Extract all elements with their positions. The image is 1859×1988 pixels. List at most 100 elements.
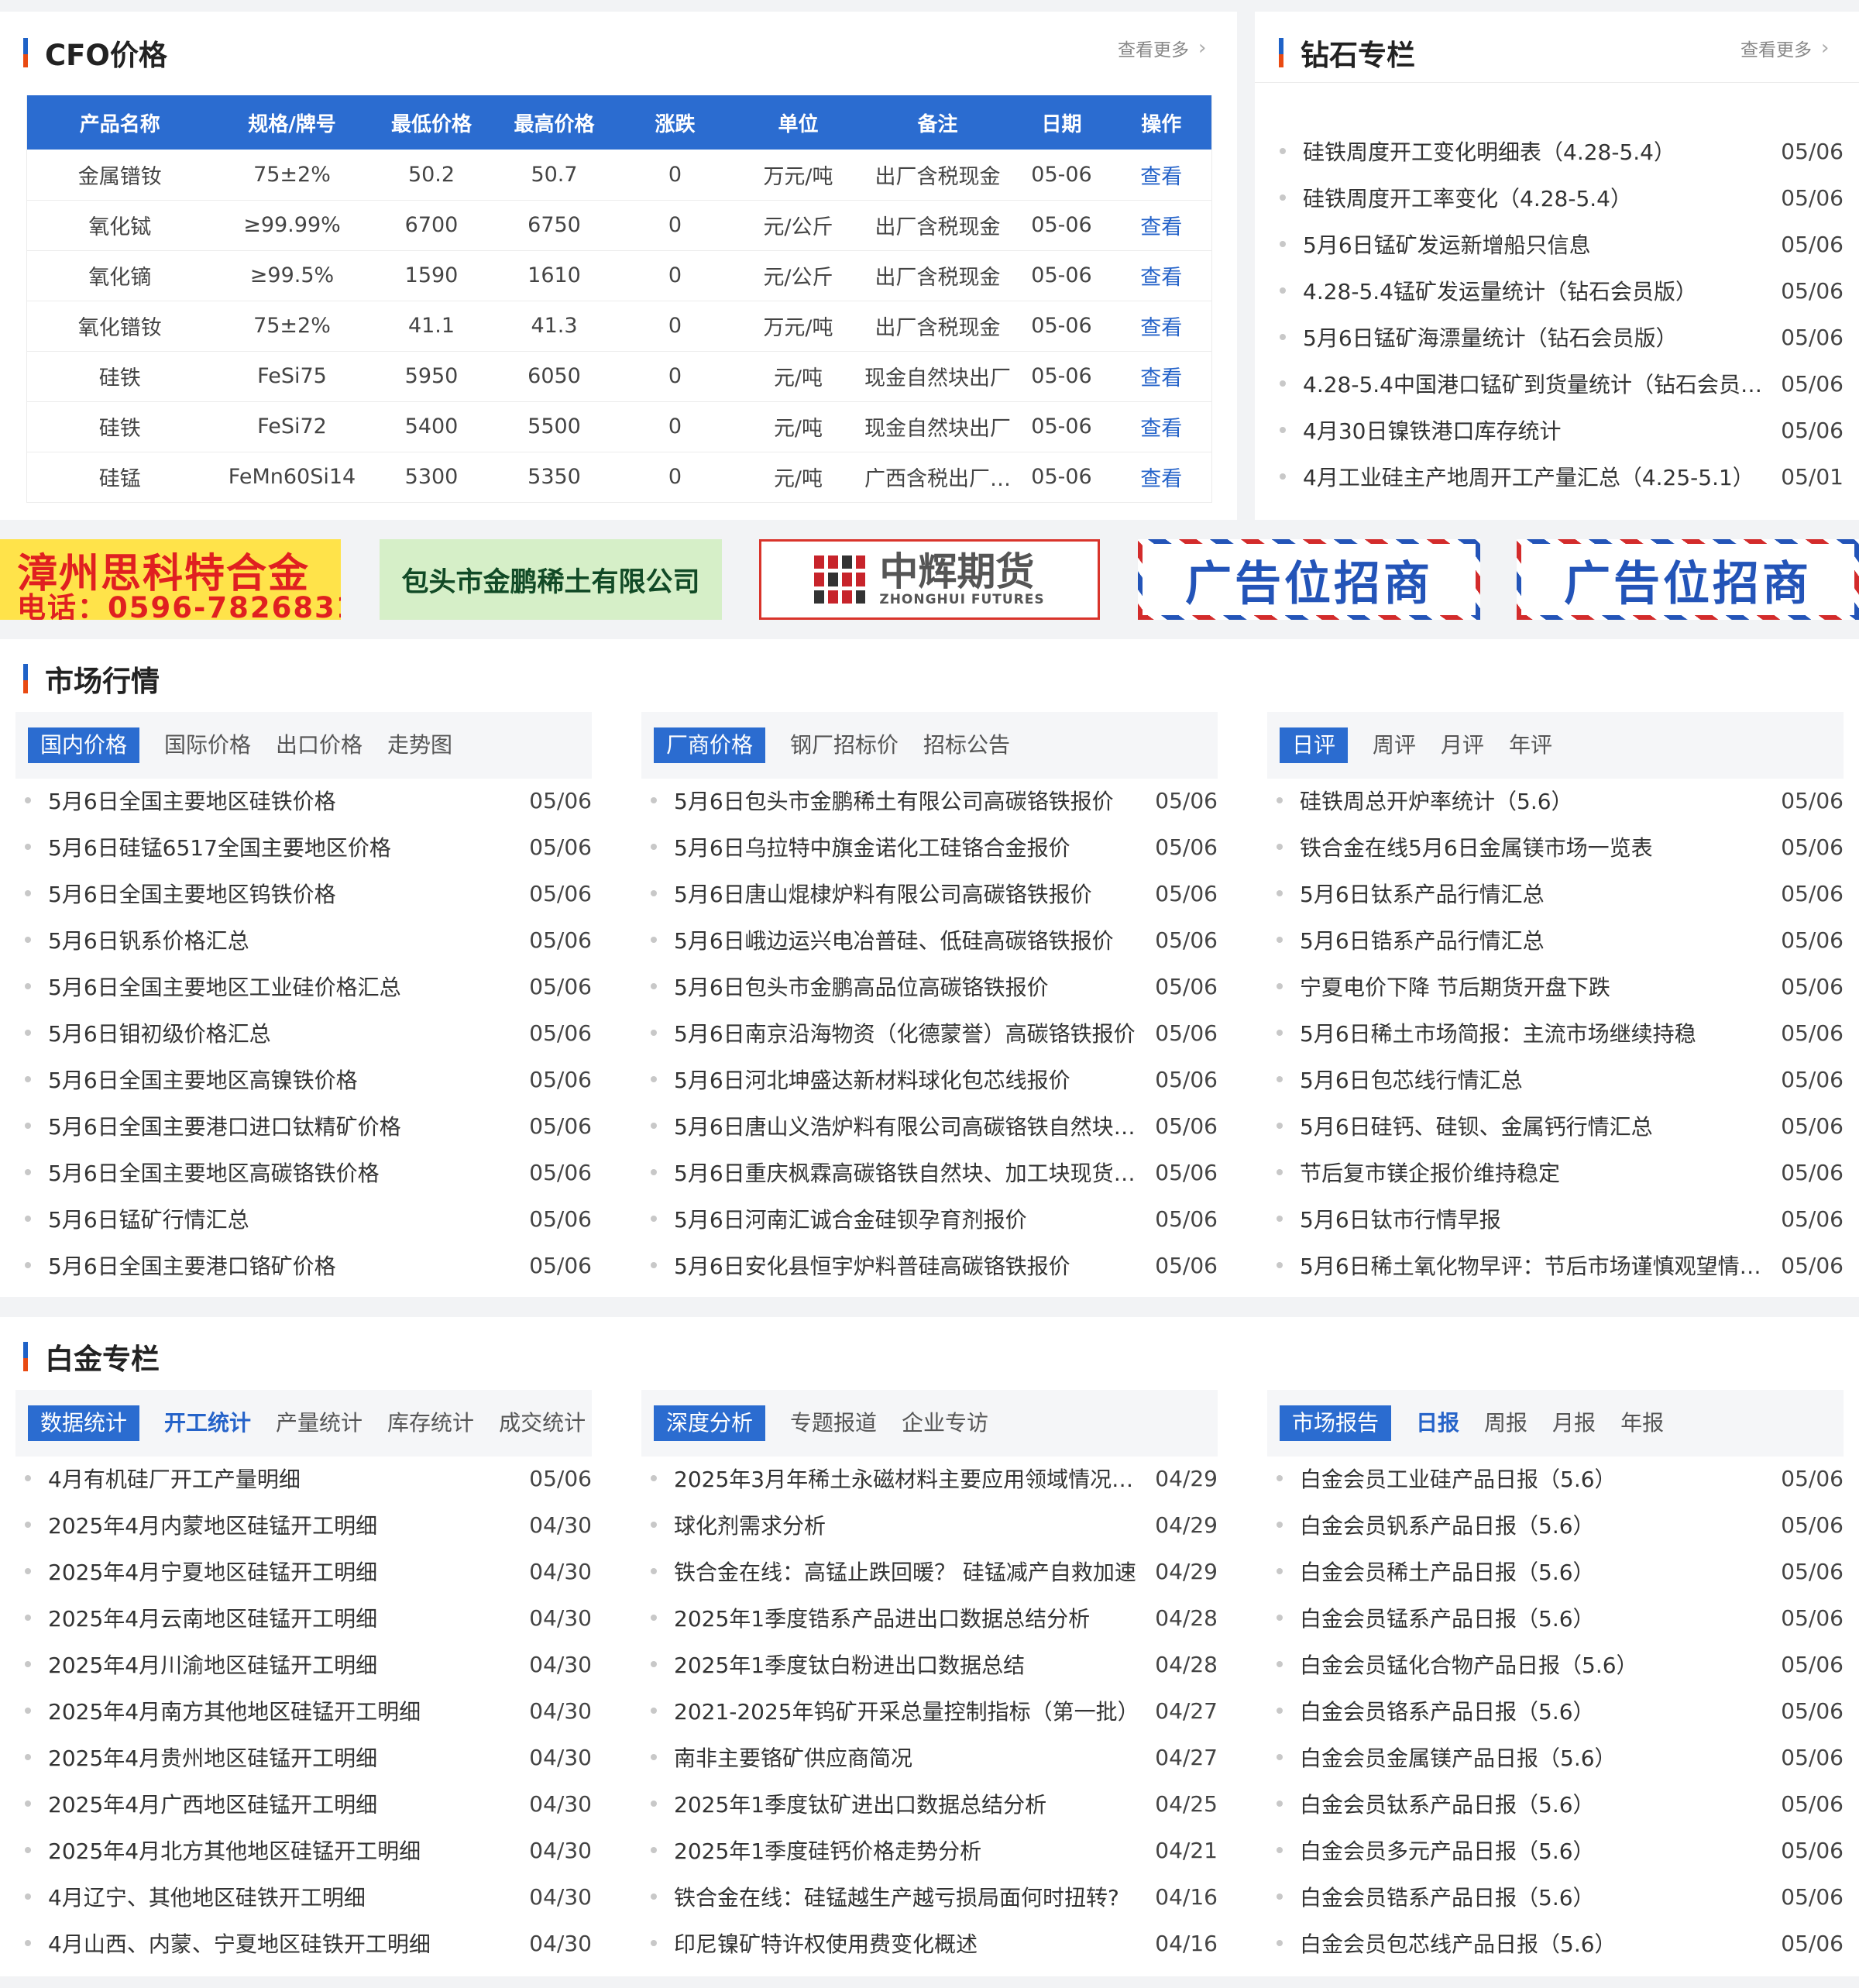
list-item[interactable]: 5月6日全国主要地区工业硅价格汇总 05/06: [25, 963, 592, 1009]
list-item[interactable]: 白金会员锆系产品日报（5.6） 05/06: [1277, 1873, 1844, 1920]
tab-item[interactable]: 年报: [1620, 1405, 1664, 1441]
list-item-title[interactable]: 2025年4月云南地区硅锰开工明细: [48, 1602, 529, 1633]
list-item-title[interactable]: 2025年4月广西地区硅锰开工明细: [48, 1788, 529, 1819]
list-item[interactable]: 2025年4月北方其他地区硅锰开工明细 04/30: [25, 1827, 592, 1873]
list-item-title[interactable]: 5月6日安化县恒宇炉料普硅高碳铬铁报价: [674, 1250, 1155, 1281]
list-item-title[interactable]: 2025年1季度锆系产品进出口数据总结分析: [674, 1602, 1155, 1633]
list-item[interactable]: 白金会员工业硅产品日报（5.6） 05/06: [1277, 1455, 1844, 1501]
list-item-title[interactable]: 2025年1季度硅钙价格走势分析: [674, 1835, 1155, 1866]
list-item-title[interactable]: 铁合金在线：硅锰越生产越亏损局面何时扭转?: [674, 1881, 1155, 1912]
list-item-title[interactable]: 5月6日锰矿发运新增船只信息: [1303, 229, 1781, 260]
list-item[interactable]: 5月6日锆系产品行情汇总 05/06: [1277, 917, 1844, 963]
list-item-title[interactable]: 5月6日重庆枫霖高碳铬铁自然块、加工块现货报价: [674, 1157, 1155, 1188]
list-item[interactable]: 白金会员钛系产品日报（5.6） 05/06: [1277, 1780, 1844, 1827]
list-item[interactable]: 球化剂需求分析 04/29: [651, 1501, 1218, 1548]
list-item-title[interactable]: 5月6日全国主要港口进口钛精矿价格: [48, 1110, 529, 1141]
list-item-title[interactable]: 白金会员铬系产品日报（5.6）: [1300, 1695, 1781, 1726]
list-item-title[interactable]: 5月6日峨边运兴电冶普硅、低硅高碳铬铁报价: [674, 924, 1155, 955]
list-item-title[interactable]: 5月6日全国主要地区钨铁价格: [48, 878, 529, 909]
list-item[interactable]: 2025年4月宁夏地区硅锰开工明细 04/30: [25, 1548, 592, 1594]
tab-item[interactable]: 产量统计: [276, 1405, 363, 1441]
cfo-more-label[interactable]: 查看更多: [1118, 35, 1189, 61]
list-item[interactable]: 硅铁周总开炉率统计（5.6） 05/06: [1277, 777, 1844, 824]
list-item[interactable]: 5月6日锰矿海漂量统计（钻石会员版） 05/06: [1280, 314, 1844, 360]
list-item-title[interactable]: 5月6日锆系产品行情汇总: [1300, 924, 1781, 955]
tab-item[interactable]: 国内价格: [28, 727, 140, 763]
diamond-more-label[interactable]: 查看更多: [1740, 35, 1812, 61]
tab-item[interactable]: 成交统计: [499, 1405, 586, 1441]
list-item-title[interactable]: 2025年4月宁夏地区硅锰开工明细: [48, 1556, 529, 1587]
list-item[interactable]: 4月工业硅主产地周开工产量汇总（4.25-5.1） 05/01: [1280, 453, 1844, 500]
list-item-title[interactable]: 5月6日河北坤盛达新材料球化包芯线报价: [674, 1064, 1155, 1095]
list-item[interactable]: 白金会员稀土产品日报（5.6） 05/06: [1277, 1548, 1844, 1594]
view-link[interactable]: 查看: [1111, 401, 1212, 452]
list-item-title[interactable]: 5月6日钛系产品行情汇总: [1300, 878, 1781, 909]
list-item[interactable]: 5月6日河南汇诚合金硅钡孕育剂报价 05/06: [651, 1195, 1218, 1242]
list-item[interactable]: 5月6日南京沿海物资（化德蒙誉）高碳铬铁报价 05/06: [651, 1009, 1218, 1056]
list-item-title[interactable]: 铁合金在线5月6日金属镁市场一览表: [1300, 831, 1781, 862]
list-item-title[interactable]: 硅铁周总开炉率统计（5.6）: [1300, 785, 1781, 816]
list-item[interactable]: 节后复市镁企报价维持稳定 05/06: [1277, 1149, 1844, 1195]
list-item[interactable]: 白金会员锰化合物产品日报（5.6） 05/06: [1277, 1641, 1844, 1687]
tab-item[interactable]: 走势图: [387, 727, 452, 763]
list-item-title[interactable]: 5月6日钛市行情早报: [1300, 1203, 1781, 1234]
list-item[interactable]: 5月6日包头市金鹏高品位高碳铬铁报价 05/06: [651, 963, 1218, 1009]
view-link[interactable]: 查看: [1111, 301, 1212, 352]
list-item[interactable]: 5月6日钼初级价格汇总 05/06: [25, 1009, 592, 1056]
tab-item[interactable]: 日报: [1416, 1405, 1459, 1441]
list-item-title[interactable]: 5月6日唐山义浩炉料有限公司高碳铬铁自然块报价: [674, 1110, 1155, 1141]
tab-item[interactable]: 库存统计: [387, 1405, 474, 1441]
list-item[interactable]: 2021-2025年钨矿开采总量控制指标（第一批） 04/27: [651, 1687, 1218, 1734]
tab-item[interactable]: 数据统计: [28, 1405, 140, 1441]
tab-item[interactable]: 日评: [1280, 727, 1349, 763]
list-item[interactable]: 2025年4月川渝地区硅锰开工明细 04/30: [25, 1641, 592, 1687]
list-item-title[interactable]: 白金会员钒系产品日报（5.6）: [1300, 1509, 1781, 1540]
list-item[interactable]: 白金会员多元产品日报（5.6） 05/06: [1277, 1827, 1844, 1873]
tab-item[interactable]: 开工统计: [164, 1405, 251, 1441]
list-item[interactable]: 2025年4月广西地区硅锰开工明细 04/30: [25, 1780, 592, 1827]
list-item-title[interactable]: 5月6日全国主要地区高碳铬铁价格: [48, 1157, 529, 1188]
list-item[interactable]: 铁合金在线：硅锰越生产越亏损局面何时扭转? 04/16: [651, 1873, 1218, 1920]
tab-item[interactable]: 月评: [1441, 727, 1484, 763]
list-item-title[interactable]: 5月6日包芯线行情汇总: [1300, 1064, 1781, 1095]
list-item[interactable]: 铁合金在线5月6日金属镁市场一览表 05/06: [1277, 824, 1844, 870]
list-item[interactable]: 5月6日钒系价格汇总 05/06: [25, 917, 592, 963]
list-item[interactable]: 5月6日锰矿行情汇总 05/06: [25, 1195, 592, 1242]
list-item-title[interactable]: 5月6日锰矿海漂量统计（钻石会员版）: [1303, 322, 1781, 353]
list-item[interactable]: 2025年1季度钛矿进出口数据总结分析 04/25: [651, 1780, 1218, 1827]
tab-item[interactable]: 年评: [1509, 727, 1552, 763]
list-item[interactable]: 5月6日全国主要港口进口钛精矿价格 05/06: [25, 1102, 592, 1149]
tab-item[interactable]: 出口价格: [276, 727, 363, 763]
list-item[interactable]: 硅铁周度开工变化明细表（4.28-5.4） 05/06: [1280, 128, 1844, 174]
list-item-title[interactable]: 4.28-5.4中国港口锰矿到货量统计（钻石会员版）: [1303, 368, 1781, 399]
list-item-title[interactable]: 铁合金在线：高锰止跌回暖？ 硅锰减产自救加速: [674, 1556, 1155, 1587]
list-item[interactable]: 4月30日镍铁港口库存统计 05/06: [1280, 407, 1844, 453]
list-item-title[interactable]: 5月6日河南汇诚合金硅钡孕育剂报价: [674, 1203, 1155, 1234]
list-item-title[interactable]: 2021-2025年钨矿开采总量控制指标（第一批）: [674, 1695, 1155, 1726]
list-item[interactable]: 宁夏电价下降 节后期货开盘下跌 05/06: [1277, 963, 1844, 1009]
list-item[interactable]: 南非主要铬矿供应商简况 04/27: [651, 1734, 1218, 1780]
list-item-title[interactable]: 2025年1季度钛白粉进出口数据总结: [674, 1649, 1155, 1680]
list-item[interactable]: 5月6日唐山焜棣炉料有限公司高碳铬铁报价 05/06: [651, 870, 1218, 917]
list-item-title[interactable]: 节后复市镁企报价维持稳定: [1300, 1157, 1781, 1188]
list-item-title[interactable]: 5月6日南京沿海物资（化德蒙誉）高碳铬铁报价: [674, 1017, 1155, 1048]
tab-item[interactable]: 周评: [1373, 727, 1416, 763]
list-item-title[interactable]: 2025年4月川渝地区硅锰开工明细: [48, 1649, 529, 1680]
list-item-title[interactable]: 白金会员钛系产品日报（5.6）: [1300, 1788, 1781, 1819]
list-item-title[interactable]: 白金会员锆系产品日报（5.6）: [1300, 1881, 1781, 1912]
list-item-title[interactable]: 4.28-5.4锰矿发运量统计（钻石会员版）: [1303, 275, 1781, 306]
list-item-title[interactable]: 5月6日包头市金鹏高品位高碳铬铁报价: [674, 971, 1155, 1002]
list-item[interactable]: 5月6日钛市行情早报 05/06: [1277, 1195, 1844, 1242]
list-item-title[interactable]: 5月6日硅钙、硅钡、金属钙行情汇总: [1300, 1110, 1781, 1141]
list-item[interactable]: 5月6日唐山义浩炉料有限公司高碳铬铁自然块报价 05/06: [651, 1102, 1218, 1149]
list-item-title[interactable]: 5月6日全国主要地区工业硅价格汇总: [48, 971, 529, 1002]
list-item-title[interactable]: 球化剂需求分析: [674, 1509, 1155, 1540]
list-item[interactable]: 5月6日硅钙、硅钡、金属钙行情汇总 05/06: [1277, 1102, 1844, 1149]
list-item-title[interactable]: 5月6日全国主要地区硅铁价格: [48, 785, 529, 816]
list-item[interactable]: 白金会员包芯线产品日报（5.6） 05/06: [1277, 1920, 1844, 1966]
list-item[interactable]: 4月辽宁、其他地区硅铁开工明细 04/30: [25, 1873, 592, 1920]
tab-item[interactable]: 企业专访: [902, 1405, 988, 1441]
list-item[interactable]: 印尼镍矿特许权使用费变化概述 04/16: [651, 1920, 1218, 1966]
list-item-title[interactable]: 4月山西、内蒙、宁夏地区硅铁开工明细: [48, 1928, 529, 1959]
list-item-title[interactable]: 5月6日全国主要港口铬矿价格: [48, 1250, 529, 1281]
